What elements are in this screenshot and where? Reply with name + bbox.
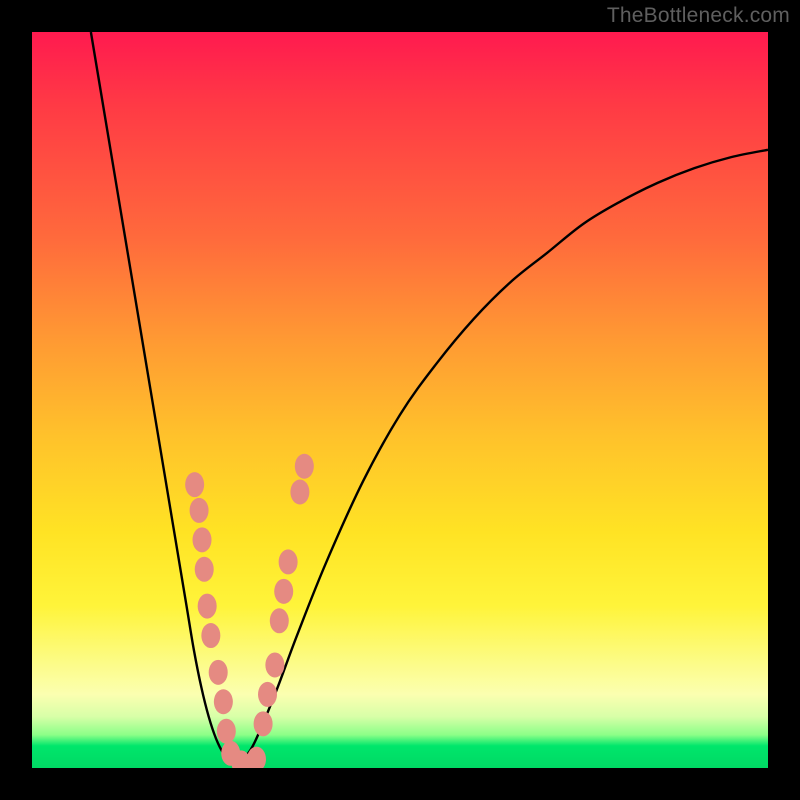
data-marker [290, 480, 309, 505]
curve-left-branch [91, 32, 238, 764]
data-marker [193, 527, 212, 552]
data-marker [214, 689, 233, 714]
curve-right-branch [238, 150, 768, 765]
data-marker [258, 682, 277, 707]
data-marker [195, 557, 214, 582]
data-marker [209, 660, 228, 685]
data-marker [265, 652, 284, 677]
data-marker [198, 594, 217, 619]
data-marker [185, 472, 204, 497]
plot-area [32, 32, 768, 768]
data-marker [201, 623, 220, 648]
data-marker [270, 608, 289, 633]
data-marker [190, 498, 209, 523]
data-marker [254, 711, 273, 736]
chart-frame: TheBottleneck.com [0, 0, 800, 800]
data-markers [185, 454, 314, 768]
data-marker [279, 549, 298, 574]
data-marker [217, 719, 236, 744]
data-marker [295, 454, 314, 479]
chart-svg [32, 32, 768, 768]
data-marker [274, 579, 293, 604]
watermark-text: TheBottleneck.com [607, 4, 790, 28]
